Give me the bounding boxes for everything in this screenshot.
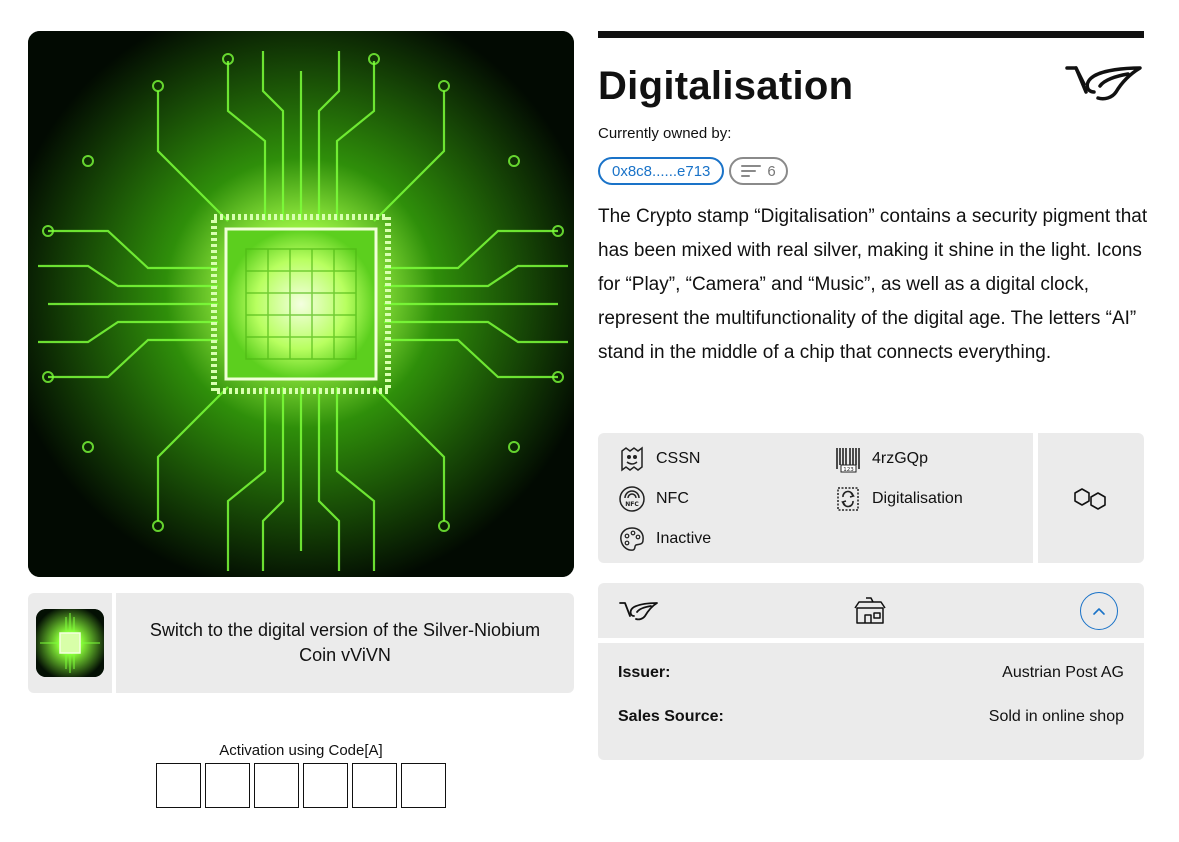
code-input-box[interactable] bbox=[156, 763, 201, 808]
attributes-grid: CSSN 123 4rzGQp NFC NFC Digitalisation I… bbox=[598, 433, 1038, 563]
chevron-up-icon bbox=[1093, 607, 1105, 615]
blockchain-link[interactable] bbox=[1038, 433, 1144, 563]
palette-icon bbox=[620, 527, 644, 551]
stamp-description: The Crypto stamp “Digitalisation” contai… bbox=[598, 206, 1148, 363]
owner-count: 6 bbox=[767, 162, 776, 180]
activation-code-boxes bbox=[156, 763, 446, 808]
switch-version-text[interactable]: Switch to the digital version of the Sil… bbox=[116, 593, 574, 693]
issuer-value: Austrian Post AG bbox=[1002, 664, 1124, 681]
attr-nfc: NFC NFC bbox=[618, 485, 689, 513]
circuit-chip-illustration bbox=[28, 31, 574, 577]
shop-icon bbox=[854, 596, 886, 624]
issuer-card: Issuer: Austrian Post AG Sales Source: S… bbox=[598, 583, 1144, 760]
attr-cssn: CSSN bbox=[618, 445, 700, 473]
stamp-image[interactable] bbox=[28, 31, 574, 577]
code-input-box[interactable] bbox=[303, 763, 348, 808]
owned-by-label: Currently owned by: bbox=[598, 125, 732, 142]
attr-label: 4rzGQp bbox=[872, 450, 929, 467]
sales-source-row: Sales Source: Sold in online shop bbox=[598, 708, 1144, 726]
attr-label: Inactive bbox=[656, 530, 712, 547]
attr-label: NFC bbox=[656, 490, 689, 507]
issuer-header bbox=[598, 583, 1144, 643]
stamp-refresh-icon bbox=[837, 487, 859, 511]
issuer-key: Issuer: bbox=[618, 664, 671, 681]
issuer-row: Issuer: Austrian Post AG bbox=[598, 664, 1144, 682]
activation-label: Activation using Code[A] bbox=[219, 742, 383, 759]
code-input-box[interactable] bbox=[205, 763, 250, 808]
chip-thumbnail-icon bbox=[36, 609, 104, 677]
sales-source-value: Sold in online shop bbox=[988, 708, 1124, 725]
svg-text:123: 123 bbox=[843, 467, 854, 473]
top-divider bbox=[598, 31, 1144, 38]
code-input-box[interactable] bbox=[254, 763, 299, 808]
nfc-icon: NFC bbox=[619, 486, 645, 512]
switch-thumbnail-wrap bbox=[28, 593, 116, 693]
attr-motif: Digitalisation bbox=[834, 485, 963, 513]
attributes-card: CSSN 123 4rzGQp NFC NFC Digitalisation I… bbox=[598, 433, 1144, 563]
code-input-box[interactable] bbox=[401, 763, 446, 808]
cssn-icon bbox=[621, 446, 643, 472]
attr-code: 123 4rzGQp bbox=[834, 445, 928, 473]
activation-section: Activation using Code[A] bbox=[156, 742, 446, 808]
owner-chips: 0x8c8......e713 6 bbox=[598, 157, 788, 185]
polygon-chain-icon bbox=[1074, 488, 1106, 510]
owner-address-chip[interactable]: 0x8c8......e713 bbox=[598, 157, 725, 185]
post-horn-icon bbox=[619, 601, 658, 620]
list-icon bbox=[741, 165, 762, 177]
post-horn-logo-icon bbox=[1065, 66, 1142, 101]
switch-thumbnail bbox=[36, 609, 104, 677]
collapse-button[interactable] bbox=[1080, 591, 1118, 630]
attr-label: Digitalisation bbox=[872, 490, 963, 507]
attr-label: CSSN bbox=[656, 450, 701, 467]
svg-text:NFC: NFC bbox=[625, 501, 639, 508]
switch-version-card[interactable]: Switch to the digital version of the Sil… bbox=[28, 593, 574, 693]
owner-count-chip[interactable]: 6 bbox=[729, 157, 788, 185]
sales-source-key: Sales Source: bbox=[618, 708, 724, 725]
attr-status: Inactive bbox=[618, 525, 711, 553]
barcode-icon: 123 bbox=[836, 448, 860, 473]
code-input-box[interactable] bbox=[352, 763, 397, 808]
page-title: Digitalisation bbox=[598, 64, 854, 108]
